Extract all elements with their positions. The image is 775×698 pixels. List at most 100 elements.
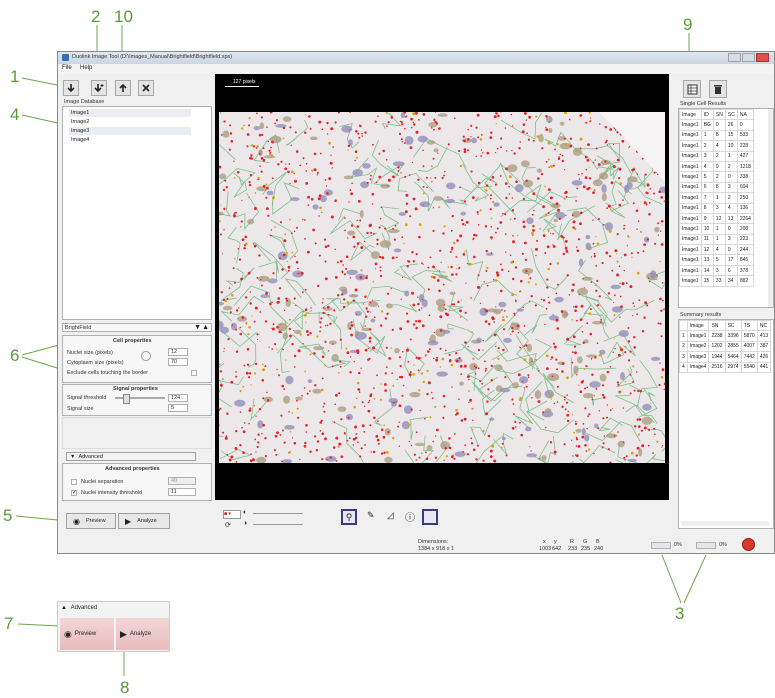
database-item[interactable]: Image1 <box>69 109 191 117</box>
size-lock-icon[interactable] <box>141 351 151 361</box>
zoom-tool-button[interactable]: ⚲ <box>341 509 357 525</box>
menu-file[interactable]: File <box>62 65 72 71</box>
table-row[interactable]: Image1 9 12 13 2264 <box>679 212 754 225</box>
column-header[interactable]: Image <box>679 109 702 121</box>
picker-icon[interactable]: ✎ <box>367 510 375 521</box>
channel-select[interactable]: ■ ▾ <box>223 510 241 519</box>
table-row[interactable]: 1 Image1 2238 3396 5870 413 <box>679 330 772 342</box>
table-cell: 387 <box>756 340 772 353</box>
table-row[interactable]: Image1 2 4 10 228 <box>679 140 754 152</box>
slider-thumb[interactable] <box>123 394 130 404</box>
nuclei-size-input[interactable]: 12 <box>168 348 188 356</box>
database-item[interactable]: Image4 <box>69 136 191 144</box>
signal-size-input[interactable]: 5 <box>168 404 188 412</box>
preview-button[interactable]: ◉ Preview <box>66 513 116 529</box>
table-cell: 2974 <box>724 361 742 373</box>
brightness-slider[interactable] <box>253 513 303 514</box>
table-row[interactable]: Image1 4 9 2 1218 <box>679 160 754 173</box>
zoom-preview-button[interactable]: ◉ Preview <box>60 618 114 650</box>
cytoplasm-size-input[interactable]: 70 <box>168 358 188 366</box>
database-item[interactable]: Image3 <box>69 127 191 135</box>
export-results-button[interactable] <box>683 80 701 98</box>
table-cell: 1 <box>712 192 726 204</box>
contrast-slider[interactable] <box>253 524 303 525</box>
column-header[interactable]: TS <box>740 320 758 332</box>
single-cell-scrollbar[interactable] <box>768 109 773 307</box>
table-cell: 223 <box>736 233 754 246</box>
settings-mode-select[interactable]: BrightField ▼ ▲ <box>62 323 212 332</box>
table-row[interactable]: 4 Image4 2516 2974 5540 441 <box>679 361 772 373</box>
info-icon[interactable]: ⓘ <box>405 509 415 524</box>
remove-button[interactable] <box>138 80 154 96</box>
table-row[interactable]: 3 Image3 1944 5464 7442 426 <box>679 351 772 363</box>
cell-properties-group: Cell properties Nuclei size (pixels) 12 … <box>62 335 212 383</box>
column-header[interactable]: SC <box>724 109 738 121</box>
column-header[interactable]: NC <box>756 320 772 332</box>
column-header[interactable]: SN <box>708 320 726 332</box>
advanced-toggle[interactable]: ▼ Advanced <box>66 452 196 461</box>
nuclei-intensity-checkbox[interactable]: ✓ <box>71 490 77 496</box>
image-viewer[interactable]: 127 pixels <box>215 74 669 500</box>
column-header[interactable]: NA <box>736 109 754 121</box>
table-cell: Image1 <box>679 264 702 277</box>
tissue-image[interactable] <box>219 112 665 463</box>
table-cell: 15 <box>700 275 714 287</box>
nuclei-separation-input[interactable]: 40 <box>168 477 196 485</box>
overlay-toggle-button[interactable] <box>422 509 438 525</box>
rgb-r-label: R <box>570 539 574 545</box>
summary-scrollbar[interactable] <box>681 521 769 526</box>
column-header[interactable]: Image <box>686 320 710 332</box>
export-button[interactable] <box>115 80 131 96</box>
expand-icon[interactable]: ▲ <box>202 324 209 331</box>
table-row[interactable]: Image1 6 8 3 604 <box>679 181 754 194</box>
column-header[interactable] <box>679 320 688 332</box>
table-row[interactable]: Image1 13 5 17 845 <box>679 254 754 266</box>
database-item[interactable]: Image2 <box>69 118 191 126</box>
table-cell: 9 <box>700 212 714 225</box>
stop-button[interactable] <box>742 538 755 551</box>
table-row[interactable]: Image1 5 2 0 338 <box>679 171 754 183</box>
table-row[interactable]: Image1 14 3 6 378 <box>679 264 754 277</box>
delete-results-button[interactable] <box>709 80 727 98</box>
nuclei-separation-value: 40 <box>171 478 178 484</box>
column-header[interactable]: ID <box>700 109 714 121</box>
table-row[interactable]: Image1 15 33 34 882 <box>679 275 754 287</box>
maximize-button[interactable] <box>742 53 755 62</box>
nuclei-intensity-input[interactable]: 11 <box>168 488 196 496</box>
table-row[interactable]: Image1 11 1 3 223 <box>679 233 754 246</box>
close-window-button[interactable] <box>756 53 769 62</box>
table-row[interactable]: Image1 1 8 15 533 <box>679 129 754 142</box>
import-button[interactable] <box>63 80 79 96</box>
exclude-border-checkbox[interactable] <box>191 370 197 376</box>
table-row[interactable]: Image1 BG 0 26 0 <box>679 119 754 131</box>
table-cell: 7442 <box>740 351 758 363</box>
minimize-button[interactable] <box>728 53 741 62</box>
exclude-border-label: Exclude cells touching the border <box>67 370 149 376</box>
export-icon <box>119 83 127 92</box>
cell-properties-header: Cell properties <box>113 338 152 344</box>
summary-table: Image SN SC TS NC 1 Image1 2238 3396 5870 413 2 Ima… <box>679 320 772 373</box>
signal-threshold-input[interactable]: 124 <box>168 394 188 402</box>
table-row[interactable]: Image1 12 4 9 244 <box>679 244 754 256</box>
rotate-icon[interactable]: ⟳ <box>225 521 231 529</box>
table-row[interactable]: Image1 7 1 2 250 <box>679 192 754 204</box>
table-cell: 533 <box>736 129 754 142</box>
menu-help[interactable]: Help <box>80 65 92 71</box>
table-row[interactable]: Image1 10 1 0 208 <box>679 223 754 235</box>
dimensions-label: Dimensions: <box>418 539 449 545</box>
table-row[interactable]: Image1 8 3 4 136 <box>679 202 754 214</box>
nuclei-intensity-value: 11 <box>171 489 177 495</box>
zoom-analyze-button[interactable]: ▶ Analyze <box>116 618 169 650</box>
table-row[interactable]: 2 Image2 1202 2855 4007 387 <box>679 340 772 353</box>
add-image-button[interactable] <box>91 80 107 96</box>
measure-icon[interactable]: ◿ <box>387 510 394 521</box>
column-header[interactable]: SC <box>724 320 742 332</box>
nuclei-separation-checkbox[interactable] <box>71 479 77 485</box>
cytoplasm-size-value: 70 <box>171 359 178 365</box>
signal-threshold-label: Signal threshold <box>67 395 107 401</box>
table-row[interactable]: Image1 3 2 1 427 <box>679 150 754 162</box>
analyze-button[interactable]: ▶ Analyze <box>118 513 170 529</box>
collapse-icon[interactable]: ▼ <box>194 324 201 331</box>
column-header[interactable]: SN <box>712 109 726 121</box>
zoom-advanced-toggle[interactable]: ▲ Advanced <box>58 602 169 614</box>
